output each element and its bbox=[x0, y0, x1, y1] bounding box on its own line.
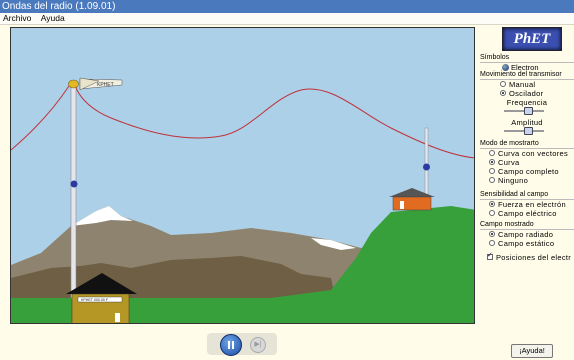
option-campo-electrico-label: Campo eléctrico bbox=[498, 209, 557, 218]
option-curva-vectores[interactable]: Curva con vectores bbox=[489, 149, 574, 158]
option-fuerza[interactable]: Fuerza en electrón bbox=[489, 200, 574, 209]
radio-curva-vectores[interactable] bbox=[489, 150, 495, 156]
option-campo-completo[interactable]: Campo completo bbox=[489, 167, 574, 176]
amplitude-thumb[interactable] bbox=[523, 127, 533, 135]
option-campo-completo-label: Campo completo bbox=[498, 167, 559, 176]
help-button[interactable]: ¡Ayuda! bbox=[511, 344, 553, 358]
option-manual-label: Manual bbox=[509, 80, 536, 89]
transmitter-electron[interactable] bbox=[70, 180, 78, 188]
symbols-title: Símbolos bbox=[480, 53, 574, 63]
option-ninguno-label: Ninguno bbox=[498, 176, 529, 185]
option-oscilador[interactable]: Oscilador bbox=[500, 89, 574, 98]
pause-button[interactable] bbox=[220, 334, 242, 356]
control-panel: PhET Símbolos Electron Movimiento del tr… bbox=[478, 27, 574, 297]
option-curva[interactable]: Curva bbox=[489, 158, 574, 167]
radio-curva[interactable] bbox=[489, 159, 495, 165]
radio-fuerza[interactable] bbox=[489, 201, 495, 207]
frequency-label: Frequencia bbox=[506, 98, 548, 107]
house-sign-label: KPHET 000.00 F bbox=[81, 298, 109, 302]
step-button[interactable]: ▶| bbox=[250, 337, 266, 353]
option-radiado-label: Campo radiado bbox=[498, 230, 554, 239]
menu-ayuda[interactable]: Ayuda bbox=[41, 13, 65, 23]
display-mode-title: Modo de mostrarto bbox=[480, 139, 574, 149]
playback-bar: ▶| bbox=[207, 333, 277, 356]
receiver-electron bbox=[423, 163, 430, 171]
receiver-house-door bbox=[400, 201, 404, 209]
positions-group: Posiciones del electr bbox=[480, 251, 574, 262]
simulation-canvas[interactable]: KPHET KPHET 000.00 F bbox=[10, 27, 475, 324]
radio-manual[interactable] bbox=[500, 81, 506, 87]
radio-campo-completo[interactable] bbox=[489, 168, 495, 174]
sense-title: Sensibilidad al campo bbox=[480, 190, 574, 200]
radio-ninguno[interactable] bbox=[489, 177, 495, 183]
flag-label: KPHET bbox=[97, 82, 114, 88]
field-shown-group: Campo mostrado Campo radiado Campo estát… bbox=[480, 220, 574, 248]
amplitude-slider[interactable] bbox=[504, 127, 544, 135]
positions-label: Posiciones del electr bbox=[496, 253, 572, 262]
phet-logo: PhET bbox=[502, 27, 562, 51]
positions-checkbox-row[interactable]: Posiciones del electr bbox=[487, 251, 574, 262]
option-curva-label: Curva bbox=[498, 158, 520, 167]
house-door bbox=[115, 313, 120, 322]
frequency-slider[interactable] bbox=[504, 107, 544, 115]
transmitter-title: Movimiento del transmisor bbox=[480, 70, 574, 80]
window-title: Ondas del radio (1.09.01) bbox=[0, 0, 574, 13]
frequency-thumb[interactable] bbox=[523, 107, 533, 115]
option-curva-vectores-label: Curva con vectores bbox=[498, 149, 569, 158]
option-estatico-label: Campo estático bbox=[498, 239, 555, 248]
option-estatico[interactable]: Campo estático bbox=[489, 239, 574, 248]
option-radiado[interactable]: Campo radiado bbox=[489, 230, 574, 239]
display-mode-group: Modo de mostrarto Curva con vectores Cur… bbox=[480, 139, 574, 185]
scene-svg: KPHET KPHET 000.00 F bbox=[11, 28, 474, 323]
sense-group: Sensibilidad al campo Fuerza en electrón… bbox=[480, 190, 574, 218]
option-oscilador-label: Oscilador bbox=[509, 89, 544, 98]
radio-estatico[interactable] bbox=[489, 240, 495, 246]
menu-bar: Archivo Ayuda bbox=[0, 13, 574, 25]
positions-checkbox[interactable] bbox=[487, 251, 493, 260]
receiver-house-body bbox=[392, 196, 432, 211]
radio-campo-electrico[interactable] bbox=[489, 210, 495, 216]
menu-archivo[interactable]: Archivo bbox=[3, 13, 31, 23]
option-fuerza-label: Fuerza en electrón bbox=[498, 200, 566, 209]
antenna-top-ball bbox=[68, 79, 79, 89]
radio-radiado[interactable] bbox=[489, 231, 495, 237]
option-manual[interactable]: Manual bbox=[500, 80, 574, 89]
amplitude-label: Amplitud bbox=[511, 118, 543, 127]
radio-oscilador[interactable] bbox=[500, 90, 506, 96]
transmitter-group: Movimiento del transmisor Manual Oscilad… bbox=[480, 70, 574, 135]
field-shown-title: Campo mostrado bbox=[480, 220, 574, 230]
option-campo-electrico[interactable]: Campo eléctrico bbox=[489, 209, 574, 218]
transmitter-antenna bbox=[70, 84, 77, 299]
option-ninguno[interactable]: Ninguno bbox=[489, 176, 574, 185]
